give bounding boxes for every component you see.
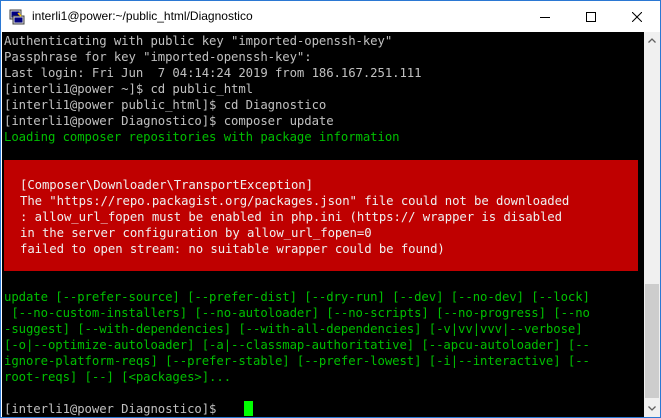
scroll-up-button[interactable] [644, 32, 660, 49]
text-cursor[interactable] [244, 401, 253, 416]
window-title: interli1@power:~/public_html/Diagnostico [32, 9, 253, 23]
putty-terminal-icon [9, 9, 25, 25]
usage-line: [--no-custom-installers] [--no-autoloade… [4, 306, 590, 320]
scrollbar-thumb[interactable] [645, 284, 659, 398]
minimize-button[interactable] [522, 1, 568, 32]
terminal-output[interactable]: Authenticating with public key "imported… [2, 32, 644, 417]
terminal-line: [interli1@power public_html]$ cd Diagnos… [4, 98, 327, 112]
usage-line: root-reqs] [--] [<packages>]... [4, 370, 232, 384]
terminal-line: Authenticating with public key "imported… [4, 34, 393, 48]
terminal-line: [interli1@power ~]$ cd public_html [4, 82, 253, 96]
error-line: The "https://repo.packagist.org/packages… [20, 194, 570, 208]
usage-line: [-o|--optimize-autoloader] [-a|--classma… [4, 338, 590, 352]
terminal-line: Loading composer repositories with packa… [4, 130, 400, 144]
usage-line: update [--prefer-source] [--prefer-dist]… [4, 290, 590, 304]
close-button[interactable] [614, 1, 660, 32]
scroll-down-button[interactable] [644, 400, 660, 417]
close-icon [632, 11, 642, 22]
maximize-button[interactable] [568, 1, 614, 32]
title-bar[interactable]: interli1@power:~/public_html/Diagnostico [1, 1, 660, 32]
terminal-line: [interli1@power Diagnostico]$ composer u… [4, 114, 334, 128]
usage-line: -suggest] [--with-dependencies] [--with-… [4, 322, 583, 336]
minimize-icon [540, 16, 550, 18]
error-line: [Composer\Downloader\TransportException] [20, 178, 313, 192]
vertical-scrollbar[interactable] [644, 32, 660, 417]
terminal-window: interli1@power:~/public_html/Diagnostico… [0, 0, 661, 418]
error-line: failed to open stream: no suitable wrapp… [20, 242, 445, 256]
usage-line: ignore-platform-reqs] [--prefer-stable] … [4, 354, 590, 368]
shell-prompt: [interli1@power Diagnostico]$ [4, 402, 224, 416]
terminal-line: Last login: Fri Jun 7 04:14:24 2019 from… [4, 66, 422, 80]
chevron-down-icon [648, 406, 656, 411]
chevron-up-icon [648, 38, 656, 43]
error-line: : allow_url_fopen must be enabled in php… [20, 210, 562, 224]
maximize-icon [586, 11, 596, 22]
terminal-line: Passphrase for key "imported-openssh-key… [4, 50, 312, 64]
error-line: in the server configuration by allow_url… [20, 226, 372, 240]
